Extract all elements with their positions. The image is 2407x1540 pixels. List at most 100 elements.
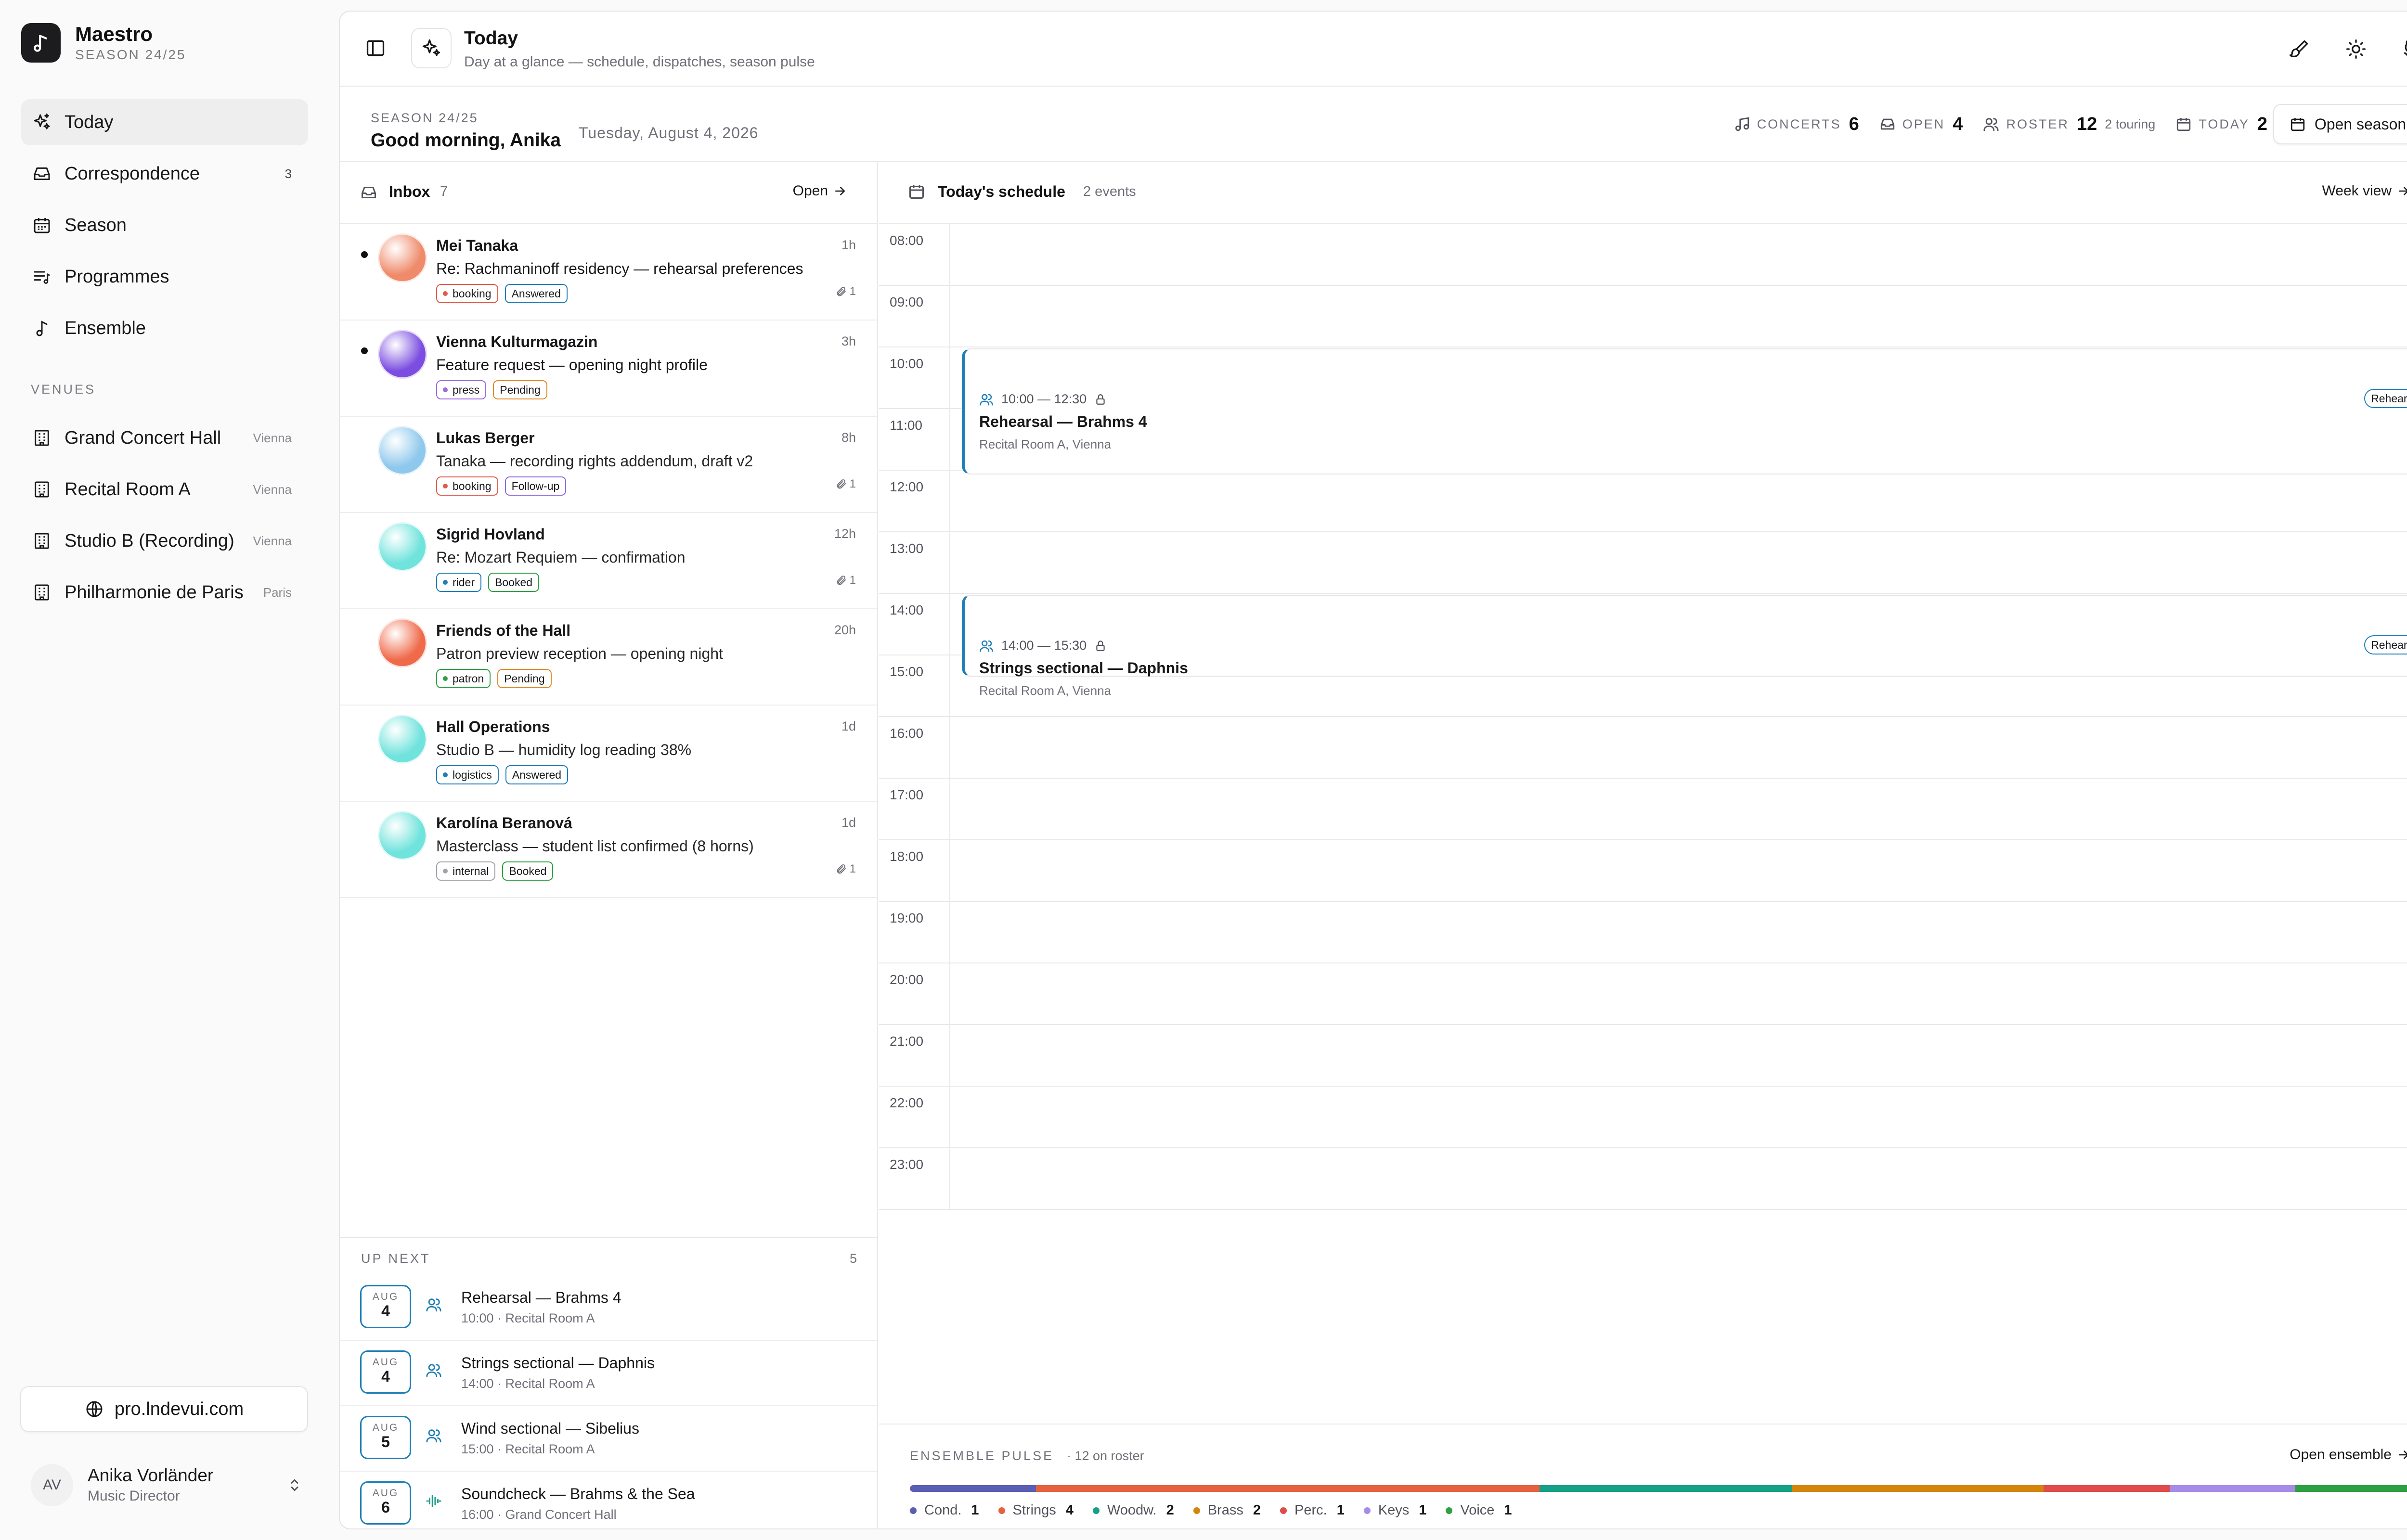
nav-item-today[interactable]: Today xyxy=(21,99,308,145)
up-next-item[interactable]: AUG 6 Soundcheck — Brahms & the Sea 16:00 ·… xyxy=(340,1472,877,1528)
hour-gutter xyxy=(949,717,950,779)
paintbrush-icon[interactable] xyxy=(2289,38,2310,60)
stat-today: TODAY 2 xyxy=(2175,114,2267,135)
schedule-event[interactable]: 10:00 — 12:30 Rehearsal — Brahms 4 Recital… xyxy=(962,348,2407,475)
hour-gutter xyxy=(949,224,950,286)
event-type-badge: Rehearsal xyxy=(2364,635,2407,654)
hour-row[interactable]: 19:00 xyxy=(879,902,2407,963)
user-menu[interactable]: AV Anika Vorländer Music Director xyxy=(31,1461,303,1509)
venue-item[interactable]: Studio B (Recording) Vienna xyxy=(21,518,308,564)
nav-item-season[interactable]: Season xyxy=(21,202,308,248)
hour-row[interactable]: 16:00 xyxy=(879,717,2407,779)
inbox-open-link[interactable]: Open xyxy=(793,183,847,199)
nav-label: Season xyxy=(65,215,127,235)
users-icon xyxy=(426,1362,442,1378)
hour-row[interactable]: 08:00 xyxy=(879,224,2407,286)
category-tag: internal xyxy=(436,861,496,881)
legend-item: Voice 1 xyxy=(1446,1502,1512,1518)
status-badge: Booked xyxy=(488,573,540,592)
open-ensemble-link[interactable]: Open ensemble xyxy=(2290,1447,2407,1463)
message-row[interactable]: Mei Tanaka 1h Re: Rachmaninoff residency —… xyxy=(340,224,877,321)
stats: CONCERTS 6 OPEN 4 ROSTER 12 2 touring TO… xyxy=(1714,112,2267,137)
category-tag: press xyxy=(436,380,487,399)
hour-row[interactable]: 18:00 xyxy=(879,840,2407,902)
message-row[interactable]: Lukas Berger 8h Tanaka — recording rights … xyxy=(340,417,877,513)
message-row[interactable]: Karolína Beranová 1d Masterclass — student… xyxy=(340,802,877,898)
season-label: SEASON 24/25 xyxy=(371,111,479,125)
hour-row[interactable]: 12:00 xyxy=(879,471,2407,532)
hour-row[interactable]: 13:00 xyxy=(879,532,2407,594)
playlist-icon xyxy=(31,266,53,288)
date-day: 6 xyxy=(381,1499,390,1516)
hour-row[interactable]: 20:00 xyxy=(879,963,2407,1025)
up-next-item[interactable]: AUG 4 Strings sectional — Daphnis 14:00 · R… xyxy=(340,1341,877,1406)
date-month: AUG xyxy=(372,1357,399,1368)
nav-label: Correspondence xyxy=(65,163,200,184)
venue-item[interactable]: Philharmonie de Paris Paris xyxy=(21,569,308,616)
stat-open: OPEN 4 xyxy=(1879,114,1963,135)
message-sender: Friends of the Hall xyxy=(436,622,571,639)
open-season-button[interactable]: Open season xyxy=(2273,104,2407,144)
up-next-count: 5 xyxy=(849,1251,857,1266)
stat-value: 6 xyxy=(1849,114,1859,134)
up-next-item[interactable]: AUG 4 Rehearsal — Brahms 4 10:00 · Recital … xyxy=(340,1275,877,1341)
attachment-count: 1 xyxy=(835,477,856,491)
github-icon[interactable] xyxy=(2402,38,2407,60)
topbar: Today Day at a glance — schedule, dispat… xyxy=(340,12,2407,87)
venue-item[interactable]: Recital Room A Vienna xyxy=(21,466,308,513)
message-sender: Hall Operations xyxy=(436,718,550,735)
message-row[interactable]: Sigrid Hovland 12h Re: Mozart Requiem — co… xyxy=(340,513,877,609)
hour-label: 13:00 xyxy=(890,541,924,556)
hour-label: 18:00 xyxy=(890,849,924,864)
paperclip-icon xyxy=(837,479,846,489)
hour-row[interactable]: 09:00 xyxy=(879,286,2407,347)
message-subject: Feature request — opening night profile xyxy=(436,356,708,373)
schedule-header: Today's schedule 2 events Week view xyxy=(879,162,2407,224)
event-title: Rehearsal — Brahms 4 xyxy=(461,1289,621,1306)
up-next-item[interactable]: AUG 5 Wind sectional — Sibelius 15:00 · Rec… xyxy=(340,1406,877,1472)
sun-icon[interactable] xyxy=(2345,38,2367,60)
hour-gutter xyxy=(949,532,950,594)
status-badge: Booked xyxy=(502,861,554,881)
user-name: Anika Vorländer xyxy=(88,1465,214,1485)
hour-label: 11:00 xyxy=(890,418,922,433)
hour-label: 10:00 xyxy=(890,356,924,371)
nav-item-programmes[interactable]: Programmes xyxy=(21,254,308,300)
date-day: 4 xyxy=(381,1368,390,1385)
legend-value: 1 xyxy=(1336,1502,1345,1518)
paperclip-icon xyxy=(837,286,846,296)
hour-row[interactable]: 17:00 xyxy=(879,779,2407,840)
message-tags: booking Answered xyxy=(436,284,574,303)
nav-item-ensemble[interactable]: Ensemble xyxy=(21,305,308,351)
message-time: 8h xyxy=(841,430,856,445)
stat-label: OPEN xyxy=(1902,116,1945,131)
legend-value: 4 xyxy=(1065,1502,1074,1518)
hour-row[interactable]: 21:00 xyxy=(879,1025,2407,1087)
users-icon xyxy=(426,1427,442,1444)
schedule-event[interactable]: 14:00 — 15:30 Strings sectional — Daphnis… xyxy=(962,595,2407,698)
message-row[interactable]: Friends of the Hall 20h Patron preview rec… xyxy=(340,609,877,706)
event-subtitle: 14:00 · Recital Room A xyxy=(461,1376,595,1391)
stat-roster: ROSTER 12 2 touring xyxy=(1983,114,2155,135)
site-link-button[interactable]: pro.lndevui.com xyxy=(20,1386,308,1432)
hour-gutter xyxy=(949,1148,950,1210)
week-view-link[interactable]: Week view xyxy=(2322,183,2407,199)
venue-item[interactable]: Grand Concert Hall Vienna xyxy=(21,415,308,461)
brand[interactable]: Maestro SEASON 24/25 xyxy=(21,22,186,64)
hour-row[interactable]: 22:00 xyxy=(879,1087,2407,1148)
hour-gutter xyxy=(949,409,950,471)
message-row[interactable]: Vienna Kulturmagazin 3h Feature request — … xyxy=(340,321,877,417)
tag-dot xyxy=(443,869,448,873)
message-row[interactable]: Hall Operations 1d Studio B — humidity log… xyxy=(340,706,877,802)
hour-row[interactable]: 23:00 xyxy=(879,1148,2407,1210)
avatar xyxy=(379,524,426,570)
message-tags: internal Booked xyxy=(436,861,560,881)
week-view-label: Week view xyxy=(2322,183,2392,199)
inbox-icon xyxy=(31,163,53,185)
sidebar-toggle-icon[interactable] xyxy=(365,38,386,59)
legend-item: Brass 2 xyxy=(1193,1502,1261,1518)
message-sender: Lukas Berger xyxy=(436,429,535,447)
hour-label: 12:00 xyxy=(890,479,924,494)
venue-label: Studio B (Recording) xyxy=(65,530,234,551)
nav-item-correspondence[interactable]: Correspondence 3 xyxy=(21,151,308,197)
